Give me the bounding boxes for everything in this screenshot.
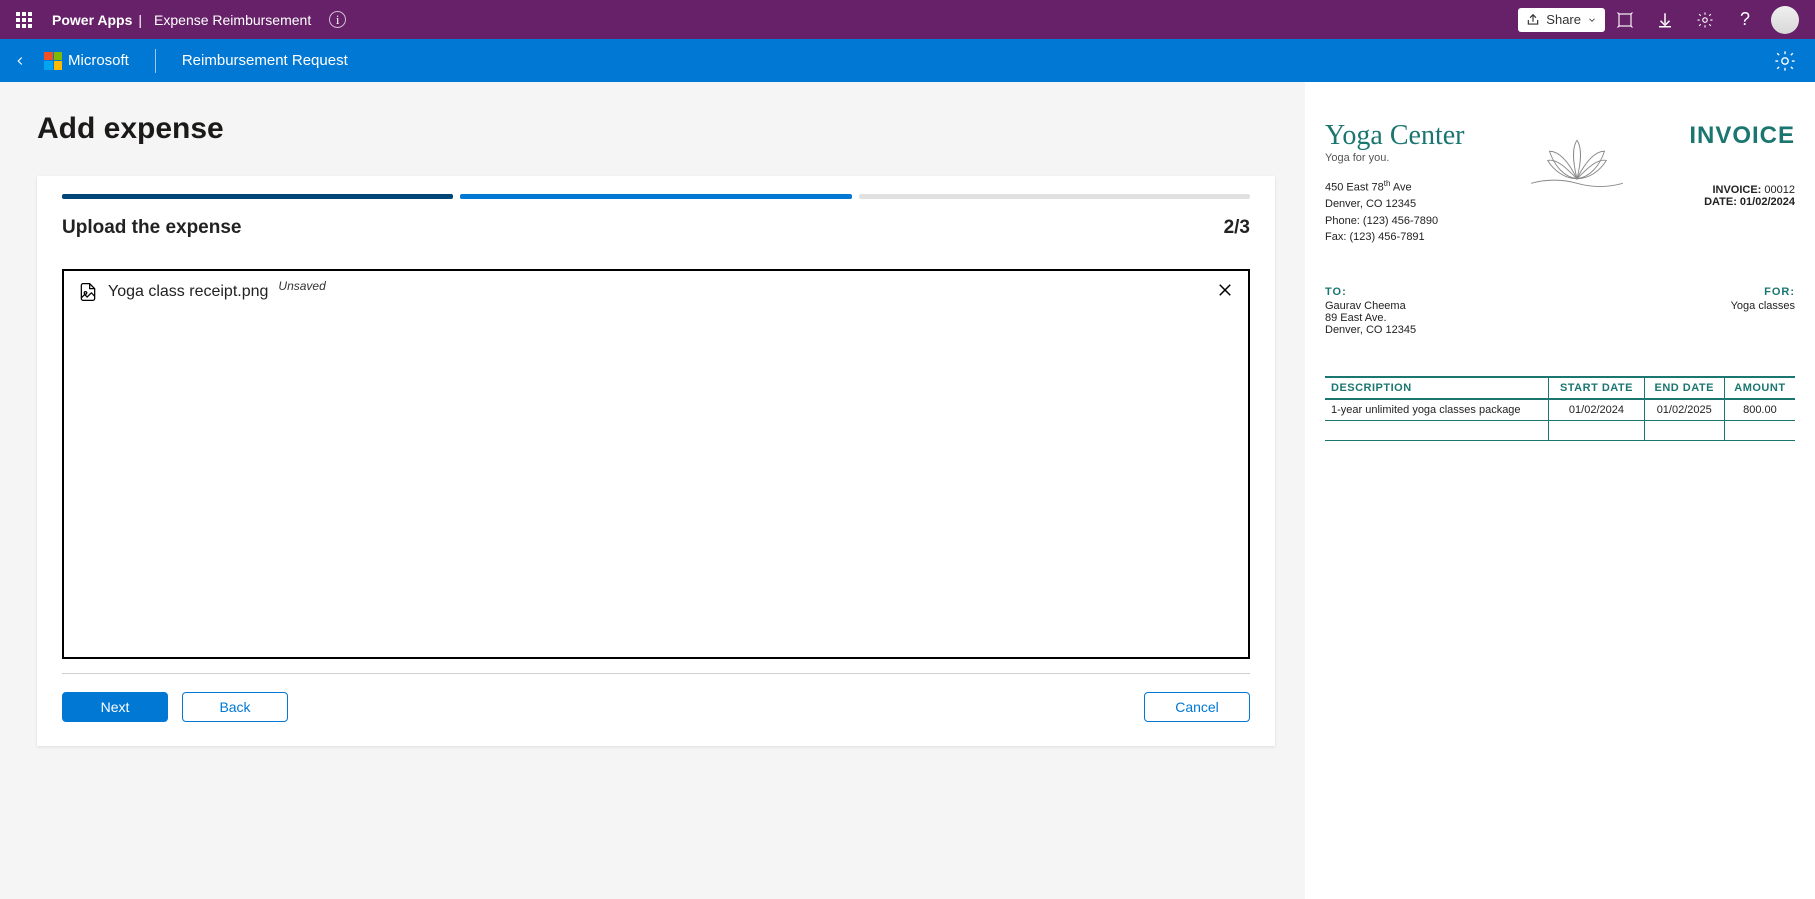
- appbar-title: Reimbursement Request: [182, 52, 348, 69]
- microsoft-logo-icon: [44, 52, 62, 70]
- remove-file-icon[interactable]: [1216, 281, 1234, 303]
- share-button[interactable]: Share: [1518, 8, 1605, 32]
- ribbon-doc-name: Expense Reimbursement: [154, 12, 311, 28]
- app-bar: Microsoft Reimbursement Request: [0, 39, 1815, 82]
- info-icon[interactable]: i: [329, 11, 346, 28]
- step-title: Upload the expense: [62, 217, 242, 239]
- fit-icon[interactable]: [1605, 0, 1645, 39]
- wizard-card: Upload the expense 2/3 Yoga class receip…: [37, 176, 1275, 746]
- divider: [62, 673, 1250, 674]
- invoice-to-label: TO:: [1325, 286, 1416, 298]
- chevron-down-icon: [1587, 15, 1597, 25]
- invoice-preview: Yoga Center Yoga for you. 450 East 78th …: [1325, 122, 1795, 441]
- appbar-divider: [155, 49, 156, 73]
- progress-step-1: [62, 194, 453, 199]
- invoice-tagline: Yoga for you.: [1325, 152, 1464, 164]
- receipt-preview-pane: Yoga Center Yoga for you. 450 East 78th …: [1305, 82, 1815, 899]
- back-icon[interactable]: [10, 51, 30, 71]
- next-button[interactable]: Next: [62, 692, 168, 722]
- col-end: END DATE: [1644, 377, 1724, 399]
- col-start: START DATE: [1549, 377, 1644, 399]
- table-row: 1-year unlimited yoga classes package 01…: [1325, 399, 1795, 421]
- invoice-table: DESCRIPTION START DATE END DATE AMOUNT 1…: [1325, 376, 1795, 441]
- download-icon[interactable]: [1645, 0, 1685, 39]
- col-description: DESCRIPTION: [1325, 377, 1549, 399]
- progress-step-2: [460, 194, 851, 199]
- progress-step-3: [859, 194, 1250, 199]
- waffle-icon[interactable]: [14, 10, 34, 30]
- file-status: Unsaved: [278, 279, 325, 293]
- back-button[interactable]: Back: [182, 692, 288, 722]
- invoice-title: INVOICE: [1689, 122, 1795, 150]
- col-amount: AMOUNT: [1724, 377, 1795, 399]
- help-icon[interactable]: ?: [1725, 0, 1765, 39]
- file-image-icon: [78, 281, 98, 303]
- share-label: Share: [1546, 12, 1581, 27]
- invoice-address: 450 East 78th Ave Denver, CO 12345 Phone…: [1325, 178, 1464, 246]
- file-name: Yoga class receipt.png: [108, 283, 268, 301]
- cancel-button[interactable]: Cancel: [1144, 692, 1250, 722]
- page-title: Add expense: [37, 112, 1275, 146]
- share-icon: [1526, 13, 1540, 27]
- ribbon-app-name[interactable]: Power Apps: [52, 12, 132, 28]
- invoice-brand: Yoga Center: [1325, 122, 1464, 150]
- top-ribbon: Power Apps | Expense Reimbursement i Sha…: [0, 0, 1815, 39]
- ribbon-separator: |: [138, 12, 142, 28]
- appbar-settings-icon[interactable]: [1765, 39, 1805, 82]
- settings-icon[interactable]: [1685, 0, 1725, 39]
- microsoft-label: Microsoft: [68, 52, 129, 69]
- progress-bar: [62, 194, 1250, 199]
- user-avatar[interactable]: [1771, 6, 1799, 34]
- microsoft-logo[interactable]: Microsoft: [44, 52, 129, 70]
- file-row: Yoga class receipt.png Unsaved: [78, 281, 1234, 303]
- table-row-empty: [1325, 420, 1795, 440]
- invoice-for-label: FOR:: [1731, 286, 1795, 298]
- lotus-icon: [1464, 122, 1689, 200]
- file-dropzone[interactable]: Yoga class receipt.png Unsaved: [62, 269, 1250, 659]
- step-count: 2/3: [1224, 217, 1250, 239]
